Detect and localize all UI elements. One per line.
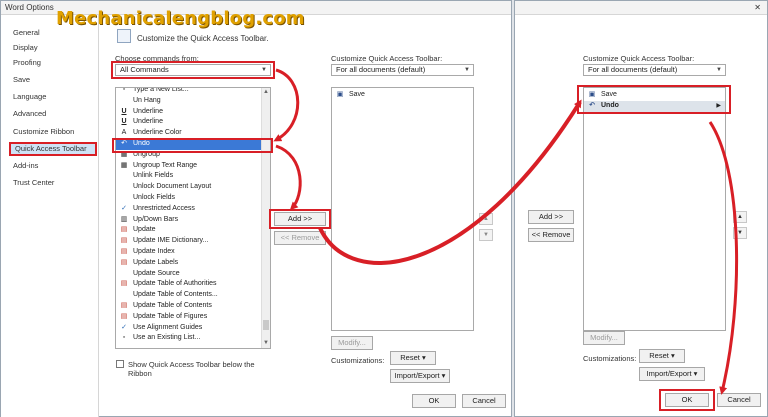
arrow-add-to-qat: [318, 99, 582, 265]
arrow-choose-to-undo: [273, 68, 300, 142]
annotation-arrows: [273, 68, 739, 395]
arrow-qat-to-ok: [708, 121, 739, 395]
arrow-undo-to-add: [275, 144, 302, 211]
